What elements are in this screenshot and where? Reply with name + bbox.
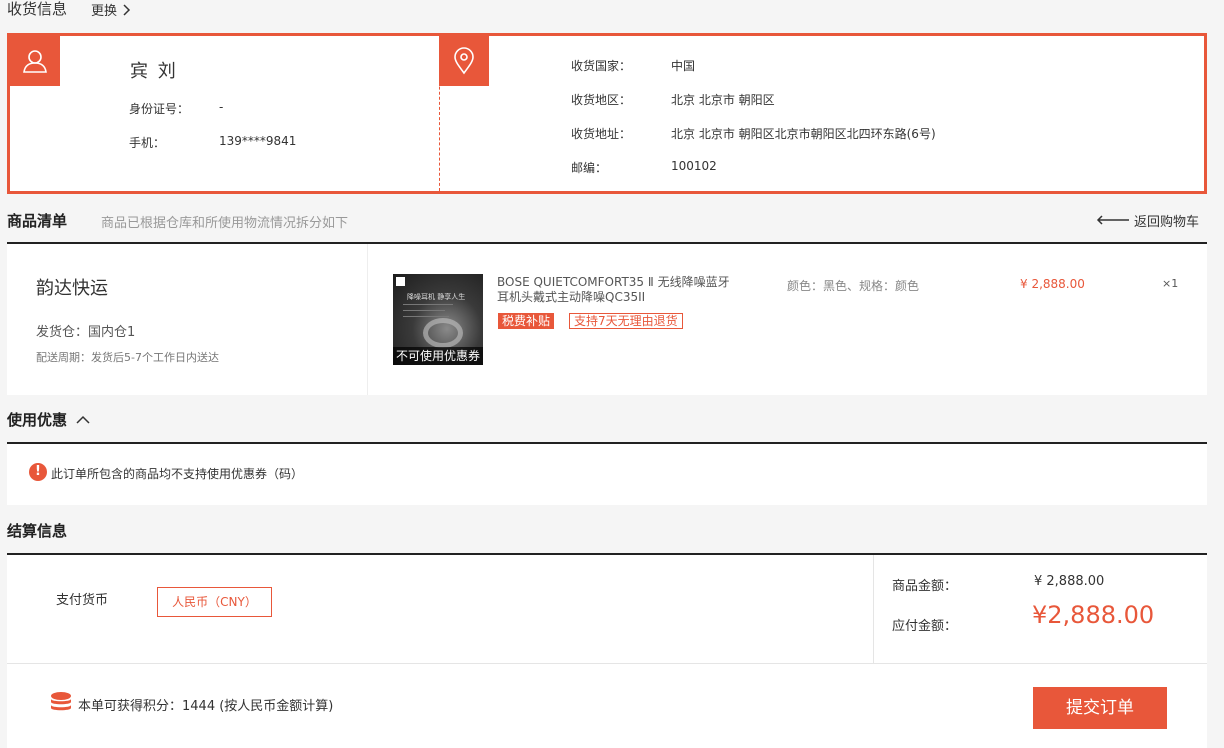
region-value: 北京 北京市 朝阳区 <box>671 93 775 107</box>
return-policy-badge: 支持7天无理由退货 <box>569 313 683 329</box>
image-decor-line-1 <box>403 304 453 305</box>
zip-label: 邮编： <box>571 161 608 175</box>
zip-value: 100102 <box>671 159 717 173</box>
coupon-notice-text: 此订单所包含的商品均不支持使用优惠券（码） <box>51 467 304 481</box>
image-corner-mark <box>396 277 405 286</box>
currency-label: 支付货币 <box>56 593 109 608</box>
payable-amount-value: ¥2,888.00 <box>1032 601 1155 629</box>
back-to-cart-link[interactable]: 返回购物车 <box>1096 211 1199 230</box>
submit-order-button[interactable]: 提交订单 <box>1033 687 1167 729</box>
back-to-cart-label: 返回购物车 <box>1134 215 1200 230</box>
payable-amount-label: 应付金额： <box>892 619 958 634</box>
chevron-up-icon <box>76 415 90 424</box>
settle-panel: 支付货币 商品金额： ¥ 2,888.00 应付金额： ¥2,888.00 本单… <box>7 555 1207 748</box>
headphone-shape <box>423 318 463 348</box>
carrier-name: 韵达快运 <box>36 278 108 299</box>
address-card[interactable]: 宾 刘 身份证号： - 手机： 139****9841 收货国家： 中国 收货地… <box>7 33 1207 194</box>
warning-icon: ! <box>29 463 47 481</box>
change-label: 更换 <box>91 4 118 19</box>
product-name-line-2: 耳机头戴式主动降噪QC35II <box>497 290 646 304</box>
id-value: - <box>219 100 224 114</box>
delivery-period-text: 配送周期：发货后5-7个工作日内送达 <box>36 351 219 364</box>
image-decor-line-2 <box>403 310 445 311</box>
product-image[interactable]: 降噪耳机 静享人生 不可使用优惠券 <box>393 274 483 365</box>
warehouse-text: 发货仓：国内仓1 <box>36 325 136 340</box>
points-text: 本单可获得积分：1444 (按人民币金额计算) <box>78 699 334 714</box>
user-icon <box>10 36 60 86</box>
image-decor-line-3 <box>403 316 449 317</box>
image-caption: 降噪耳机 静享人生 <box>407 293 466 301</box>
product-spec: 颜色：黑色、规格：颜色 <box>787 279 920 293</box>
settle-horizontal-divider <box>7 663 1207 664</box>
phone-label: 手机： <box>129 136 166 150</box>
goods-section-subtitle: 商品已根据仓库和所使用物流情况拆分如下 <box>101 216 349 231</box>
location-pin-icon <box>439 36 489 86</box>
tax-subsidy-badge: 税费补贴 <box>498 313 555 329</box>
address-value: 北京 北京市 朝阳区北京市朝阳区北四环东路(6号) <box>671 127 936 141</box>
goods-section-title: 商品清单 <box>7 212 68 230</box>
recipient-name: 宾 刘 <box>130 61 178 82</box>
goods-amount-value: ¥ 2,888.00 <box>1034 574 1105 589</box>
coupon-notice-panel: ! 此订单所包含的商品均不支持使用优惠券（码） <box>7 444 1207 505</box>
phone-value: 139****9841 <box>219 134 297 148</box>
goods-amount-label: 商品金额： <box>892 579 958 594</box>
region-label: 收货地区： <box>571 93 632 107</box>
country-value: 中国 <box>671 59 696 73</box>
change-address-link[interactable]: 更换 <box>91 0 131 19</box>
arrow-left-icon <box>1096 215 1129 225</box>
address-label: 收货地址： <box>571 127 632 141</box>
product-price: ¥ 2,888.00 <box>1020 277 1085 291</box>
settle-vertical-divider <box>873 555 874 663</box>
id-label: 身份证号： <box>129 102 190 116</box>
product-quantity: ×1 <box>1162 277 1179 290</box>
no-coupon-overlay: 不可使用优惠券 <box>393 347 483 365</box>
coupon-section-title: 使用优惠 <box>7 411 68 429</box>
chevron-right-icon <box>123 4 131 16</box>
currency-select-button[interactable]: 人民币（CNY） <box>157 587 272 617</box>
country-label: 收货国家： <box>571 59 632 73</box>
coupon-section-toggle[interactable]: 使用优惠 <box>7 409 90 430</box>
product-name-line-1: BOSE QUIETCOMFORT35 Ⅱ 无线降噪蓝牙 <box>497 275 730 289</box>
shipment-group: 韵达快运 发货仓：国内仓1 配送周期：发货后5-7个工作日内送达 降噪耳机 静享… <box>7 244 1207 395</box>
product-name-link[interactable]: BOSE QUIETCOMFORT35 Ⅱ 无线降噪蓝牙 耳机头戴式主动降噪QC… <box>497 275 730 305</box>
shipment-divider <box>367 244 368 395</box>
coins-icon <box>50 691 72 717</box>
page-section-title: 收货信息 <box>7 0 68 18</box>
settle-section-title: 结算信息 <box>7 522 68 540</box>
